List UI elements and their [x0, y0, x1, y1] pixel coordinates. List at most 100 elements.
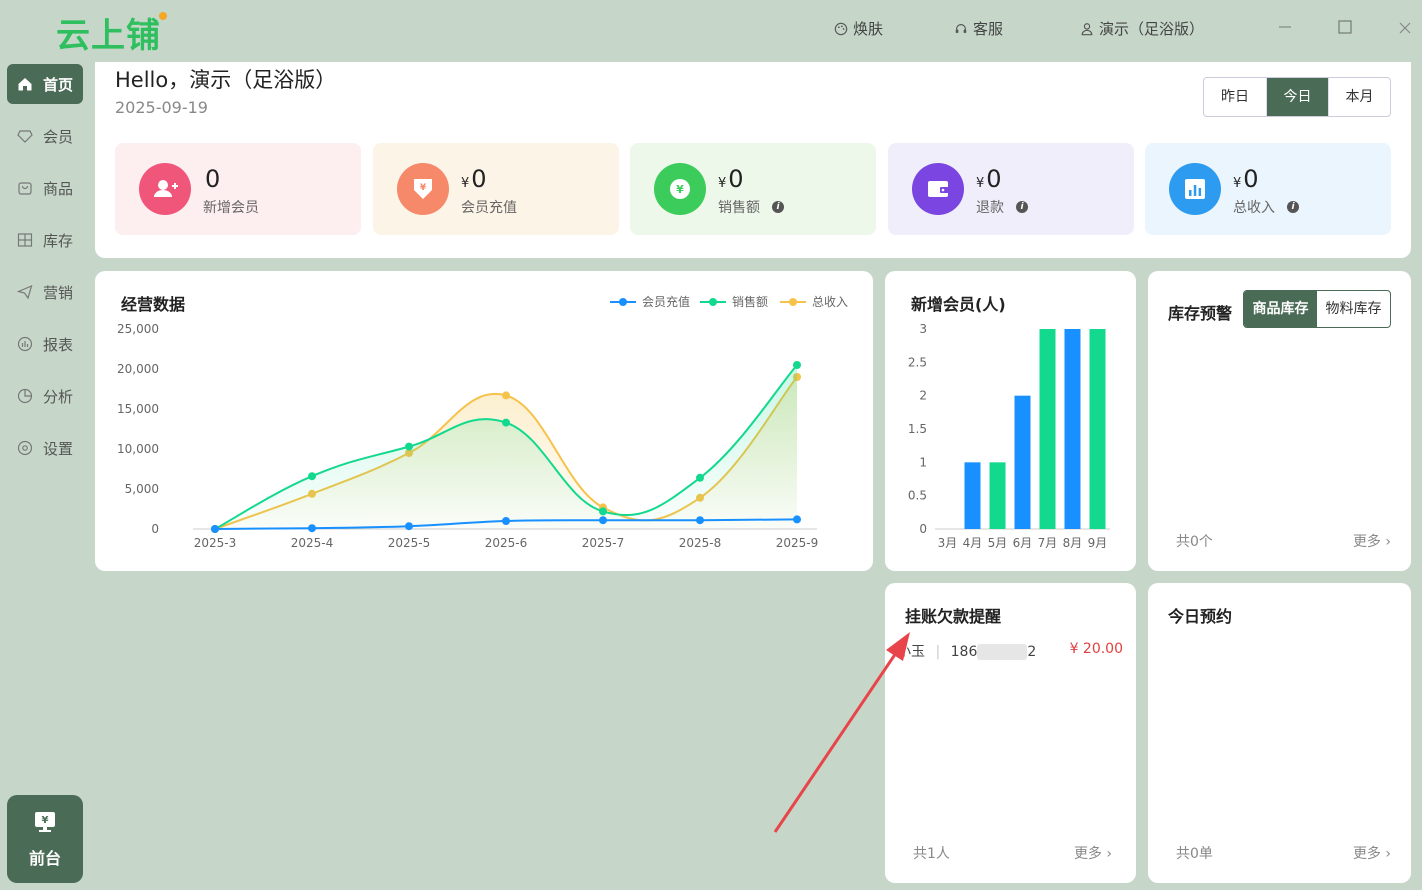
- bar: [989, 462, 1006, 529]
- chevron-right-icon: ›: [1385, 534, 1391, 550]
- x-tick-label: 2025-7: [582, 536, 625, 550]
- debt-amount: ¥ 20.00: [1069, 641, 1123, 657]
- business-data-card: 经营数据 会员充值 销售额 总收入 0 5,000 10,000 15,000 20,0…: [95, 271, 873, 571]
- tab-product-stock[interactable]: 商品库存: [1244, 291, 1317, 327]
- data-point: [502, 418, 510, 427]
- y-tick-label: 25,000: [117, 322, 159, 336]
- maximize-button[interactable]: [1332, 17, 1358, 41]
- data-point: [696, 473, 704, 482]
- stat-refund[interactable]: ¥0 退款 i: [888, 143, 1134, 235]
- y-tick-label: 15,000: [117, 402, 159, 416]
- info-icon[interactable]: i: [1016, 201, 1028, 213]
- svg-text:¥: ¥: [420, 183, 427, 193]
- bar: [1039, 329, 1056, 529]
- period-yesterday[interactable]: 昨日: [1204, 78, 1266, 116]
- x-tick-label: 2025-4: [291, 536, 334, 550]
- business-line-chart: 0 5,000 10,000 15,000 20,000 25,000 2025-3 2025…: [117, 322, 818, 550]
- tab-material-stock[interactable]: 物料库存: [1317, 291, 1390, 327]
- info-icon[interactable]: i: [772, 201, 784, 213]
- y-tick-label: 0: [919, 522, 927, 536]
- sidebar-item-products[interactable]: 商品: [7, 168, 83, 208]
- bar: [1014, 395, 1031, 529]
- debtor-phone-start: 186: [950, 644, 978, 660]
- stat-label: 退款 i: [976, 197, 1028, 217]
- palette-icon: [834, 22, 848, 35]
- stat-icon-bg: [139, 163, 191, 215]
- sidebar-item-label: 营销: [43, 283, 74, 302]
- debt-row[interactable]: 小玉 | 186 2 ¥ 20.00: [897, 641, 1123, 661]
- separator: |: [935, 644, 941, 660]
- skin-label: 焕肤: [853, 20, 884, 38]
- stat-total-income[interactable]: ¥0 总收入 i: [1145, 143, 1391, 235]
- sidebar-item-label: 商品: [43, 179, 74, 198]
- chart-icon: [1185, 179, 1205, 199]
- front-desk-label: 前台: [28, 849, 61, 868]
- x-tick-label: 7月: [1038, 536, 1058, 550]
- sidebar-item-marketing[interactable]: 营销: [7, 272, 83, 312]
- sidebar-item-label: 库存: [43, 231, 74, 250]
- series-area: [215, 365, 797, 529]
- data-point: [502, 391, 510, 400]
- sidebar-item-reports[interactable]: 报表: [7, 324, 83, 364]
- sidebar-item-settings[interactable]: 设置: [7, 428, 83, 468]
- minimize-button[interactable]: [1272, 17, 1298, 41]
- sidebar-item-analysis[interactable]: 分析: [7, 376, 83, 416]
- y-tick-label: 10,000: [117, 442, 159, 456]
- minimize-icon: [1279, 26, 1291, 28]
- stock-tabs: 商品库存 物料库存: [1243, 290, 1391, 328]
- stat-new-members[interactable]: 0 新增会员: [115, 143, 361, 235]
- x-tick-label: 2025-8: [679, 536, 722, 550]
- paper-plane-icon: [17, 284, 33, 300]
- wallet-icon: [928, 181, 949, 197]
- phone-mask: [977, 644, 1028, 660]
- stat-icon-bg: [1169, 163, 1221, 215]
- data-point: [793, 361, 801, 369]
- debt-total: 共1人: [913, 846, 950, 862]
- y-tick-label: 2.5: [908, 355, 927, 369]
- stat-sales[interactable]: ¥ ¥0 销售额 i: [630, 143, 876, 235]
- sidebar-item-inventory[interactable]: 库存: [7, 220, 83, 260]
- x-tick-label: 4月: [963, 536, 983, 550]
- stat-label: 总收入 i: [1233, 197, 1299, 217]
- sidebar-item-home[interactable]: 首页: [7, 64, 83, 104]
- service-button[interactable]: 客服: [954, 18, 1003, 39]
- current-date: 2025-09-19: [115, 98, 208, 117]
- info-icon[interactable]: i: [1287, 201, 1299, 213]
- y-tick-label: 0: [151, 522, 159, 536]
- front-desk-button[interactable]: ¥ 前台: [7, 795, 83, 883]
- appointment-more-link[interactable]: 更多 ›: [1353, 843, 1391, 863]
- stat-member-recharge[interactable]: ¥ ¥0 会员充值: [373, 143, 619, 235]
- period-month[interactable]: 本月: [1328, 78, 1390, 116]
- maximize-icon: [1338, 20, 1352, 34]
- x-tick-label: 2025-5: [388, 536, 431, 550]
- app-logo: 云上铺: [56, 8, 167, 57]
- service-label: 客服: [973, 20, 1004, 38]
- sidebar-item-members[interactable]: 会员: [7, 116, 83, 156]
- stock-warning-card: 库存预警 商品库存 物料库存 共0个 更多 ›: [1148, 271, 1411, 571]
- sidebar-item-label: 分析: [43, 387, 74, 406]
- sidebar-item-label: 首页: [43, 75, 74, 94]
- user-menu[interactable]: 演示（足浴版）: [1080, 18, 1204, 39]
- period-today[interactable]: 今日: [1266, 78, 1328, 116]
- stat-value: 0: [205, 165, 221, 193]
- debt-reminder-card: 挂账欠款提醒 小玉 | 186 2 ¥ 20.00 共1人 更多 ›: [885, 583, 1136, 883]
- yen-icon: ¥: [670, 179, 690, 199]
- debt-more-link[interactable]: 更多 ›: [1074, 843, 1112, 863]
- report-icon: [17, 336, 33, 352]
- close-button[interactable]: [1392, 17, 1418, 41]
- greeting-text: Hello，演示（足浴版）: [115, 68, 337, 92]
- x-tick-label: 3月: [938, 536, 958, 550]
- x-tick-label: 8月: [1063, 536, 1083, 550]
- data-point: [405, 442, 413, 451]
- headset-icon: [955, 23, 967, 33]
- stock-more-link[interactable]: 更多 ›: [1353, 531, 1391, 551]
- x-tick-label: 5月: [988, 536, 1008, 550]
- data-point: [502, 517, 510, 525]
- stock-total: 共0个: [1176, 534, 1213, 550]
- chevron-right-icon: ›: [1106, 846, 1112, 862]
- y-tick-label: 1.5: [908, 422, 927, 436]
- skin-button[interactable]: 焕肤: [834, 18, 883, 39]
- data-point: [308, 524, 316, 533]
- data-point: [211, 525, 219, 533]
- stat-value: ¥0: [976, 165, 1002, 193]
